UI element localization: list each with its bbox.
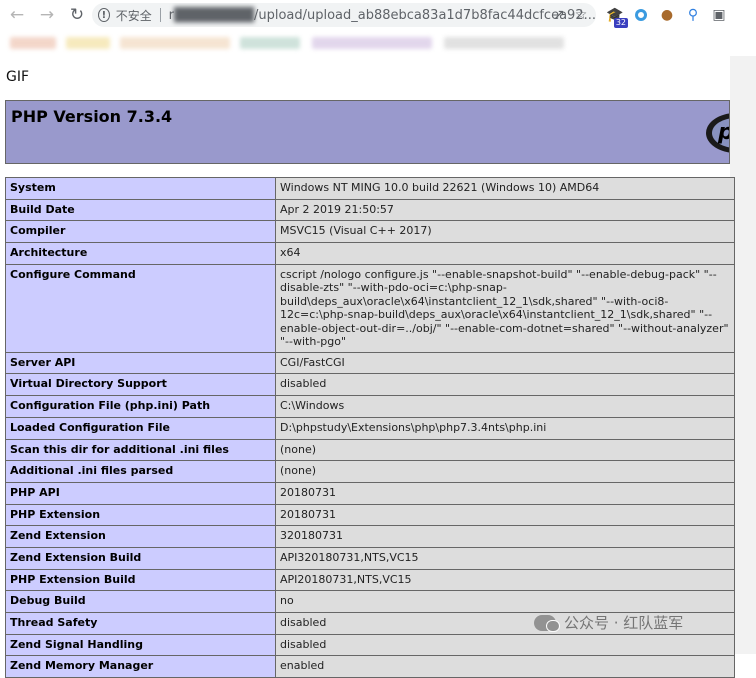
address-bar-divider — [159, 8, 161, 22]
row-value: Windows NT MING 10.0 build 22621 (Window… — [275, 177, 735, 200]
row-value: C:\Windows — [275, 395, 735, 418]
wechat-icon — [534, 614, 560, 632]
row-value: Apr 2 2019 21:50:57 — [275, 198, 735, 222]
bookmark-item[interactable] — [312, 37, 432, 49]
row-key: PHP Extension Build — [5, 568, 276, 592]
address-bar[interactable]: ! 不安全 r ████████ /upload/upload_ab88ebca… — [92, 3, 596, 27]
row-value: CGI/FastCGI — [275, 351, 735, 375]
bookmark-item[interactable] — [444, 37, 564, 49]
address-bar-actions: ↗ ☆ — [548, 3, 592, 27]
row-key: Thread Safety — [5, 612, 276, 635]
table-row: Virtual Directory Support disabled — [5, 373, 735, 397]
php-logo-text: php — [712, 118, 729, 148]
back-arrow-icon[interactable]: ← — [4, 2, 30, 28]
table-row: Configuration File (php.ini) Path C:\Wind… — [5, 395, 735, 418]
table-row: Loaded Configuration File D:\phpstudy\Ext… — [5, 416, 735, 440]
row-value: (none) — [275, 460, 735, 483]
table-row: Build Date Apr 2 2019 21:50:57 — [5, 198, 735, 222]
row-key: Additional .ini files parsed — [5, 460, 276, 483]
table-row: Compiler MSVC15 (Visual C++ 2017) — [5, 220, 735, 244]
php-logo-icon: php — [706, 113, 729, 153]
table-row: Configure Command cscript /nologo configu… — [5, 263, 735, 353]
row-key: Build Date — [5, 198, 276, 222]
location-pin-extension-icon[interactable]: ⚲ — [680, 4, 706, 26]
row-value: disabled — [275, 633, 735, 657]
table-row: Zend Signal Handling disabled — [5, 633, 735, 657]
url-path: /upload/upload_ab88ebca83a1d7b8fac44dcfc… — [253, 7, 596, 23]
row-value: API320180731,NTS,VC15 — [275, 546, 735, 570]
php-version-header: PHP Version 7.3.4 php — [5, 100, 730, 164]
php-version-title: PHP Version 7.3.4 — [11, 107, 173, 126]
row-key: Configuration File (php.ini) Path — [5, 395, 276, 418]
url-host-redacted: ████████ — [173, 7, 254, 23]
table-row: Zend Memory Manager enabled — [5, 655, 735, 678]
row-value: enabled — [275, 655, 735, 678]
row-value: (none) — [275, 438, 735, 462]
row-value: cscript /nologo configure.js "--enable-s… — [275, 263, 735, 353]
table-row: Server API CGI/FastCGI — [5, 351, 735, 375]
bookmark-item[interactable] — [66, 37, 110, 49]
bookmark-item[interactable] — [10, 37, 56, 49]
row-key: Compiler — [5, 220, 276, 244]
row-key: Zend Signal Handling — [5, 633, 276, 657]
row-key: Architecture — [5, 242, 276, 265]
row-key: Scan this dir for additional .ini files — [5, 438, 276, 462]
table-row: Additional .ini files parsed (none) — [5, 460, 735, 483]
table-row: Architecture x64 — [5, 242, 735, 265]
bookmark-item[interactable] — [120, 37, 230, 49]
phpinfo-table: System Windows NT MING 10.0 build 22621 (… — [5, 177, 735, 678]
not-secure-icon[interactable]: ! — [98, 8, 110, 22]
row-key: Zend Memory Manager — [5, 655, 276, 678]
bookmark-item[interactable] — [240, 37, 300, 49]
row-value: 20180731 — [275, 503, 735, 527]
bookmark-star-icon[interactable]: ☆ — [570, 7, 592, 23]
row-key: PHP API — [5, 481, 276, 505]
table-row: PHP API 20180731 — [5, 481, 735, 505]
table-row: PHP Extension 20180731 — [5, 503, 735, 527]
table-row: PHP Extension Build API20180731,NTS,VC15 — [5, 568, 735, 592]
row-value: MSVC15 (Visual C++ 2017) — [275, 220, 735, 244]
row-value: API20180731,NTS,VC15 — [275, 568, 735, 592]
table-row: Zend Extension Build API320180731,NTS,VC1… — [5, 546, 735, 570]
row-key: PHP Extension — [5, 503, 276, 527]
row-value: no — [275, 590, 735, 613]
watermark-text: 公众号 · 红队蓝军 — [564, 614, 684, 632]
forward-arrow-icon[interactable]: → — [34, 2, 60, 28]
reload-icon[interactable]: ↻ — [64, 2, 90, 28]
table-row: Scan this dir for additional .ini files(… — [5, 438, 735, 462]
table-row: Zend Extension 320180731 — [5, 525, 735, 548]
table-row: Debug Build no — [5, 590, 735, 613]
row-key: System — [5, 177, 276, 200]
bookmarks-bar — [0, 30, 756, 56]
row-value: 320180731 — [275, 525, 735, 548]
watermark: 公众号 · 红队蓝军 — [534, 612, 683, 633]
extensions-area: 🎓 32 ● ⚲ ▣ — [602, 4, 732, 28]
puzzle-extensions-icon[interactable]: ▣ — [706, 4, 732, 26]
row-key: Loaded Configuration File — [5, 416, 276, 440]
ring-extension-icon[interactable] — [635, 9, 647, 21]
row-value: 20180731 — [275, 481, 735, 505]
row-value: x64 — [275, 242, 735, 265]
row-value: disabled — [275, 373, 735, 397]
row-key: Configure Command — [5, 263, 276, 353]
row-key: Zend Extension Build — [5, 546, 276, 570]
not-secure-label: 不安全 — [115, 8, 152, 23]
extension-badge: 32 — [613, 18, 628, 28]
row-key: Debug Build — [5, 590, 276, 613]
gif-header-text: GIF — [6, 69, 30, 85]
row-value: D:\phpstudy\Extensions\php\php7.3.4nts\p… — [275, 416, 735, 440]
row-key: Virtual Directory Support — [5, 373, 276, 397]
table-row: System Windows NT MING 10.0 build 22621 (… — [5, 177, 735, 200]
row-key: Zend Extension — [5, 525, 276, 548]
row-key: Server API — [5, 351, 276, 375]
share-icon[interactable]: ↗ — [548, 7, 570, 23]
graduation-cap-extension-icon[interactable]: 🎓 32 — [602, 4, 628, 28]
cookie-extension-icon[interactable]: ● — [654, 4, 680, 26]
